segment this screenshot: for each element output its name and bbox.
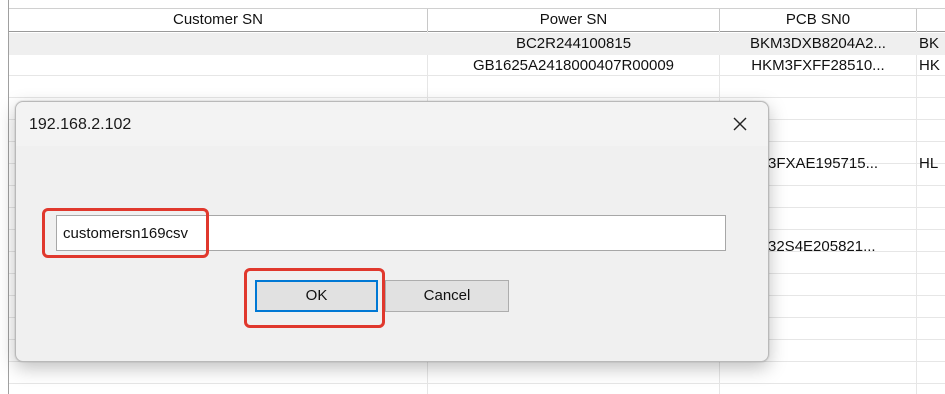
close-icon	[731, 115, 749, 133]
cell-extra	[919, 236, 945, 258]
cell-pcb-sn0: 3FXAE195715...	[768, 155, 879, 172]
cell-pcb-sn0: HKM3FXFF28510...	[751, 57, 885, 74]
column-header-pcb-sn0[interactable]: PCB SN0	[720, 9, 917, 31]
cell-customer-sn	[9, 33, 427, 55]
table-row[interactable]: GB1625A2418000407R00009 HKM3FXFF28510...…	[9, 55, 945, 77]
table-header: Customer SN Power SN PCB SN0	[9, 8, 945, 32]
column-divider	[916, 31, 917, 394]
dialog-title: 192.168.2.102	[29, 116, 132, 133]
cell-power-sn: GB1625A2418000407R00009	[472, 57, 674, 74]
dialog-titlebar[interactable]: 192.168.2.102	[16, 102, 768, 146]
input-dialog: 192.168.2.102 OK Cancel	[15, 101, 769, 362]
ok-button[interactable]: OK	[255, 280, 378, 312]
cell-customer-sn	[9, 55, 427, 77]
cell-pcb-sn0: BKM3DXB8204A2...	[750, 35, 886, 52]
column-header-power-sn[interactable]: Power SN	[428, 9, 720, 31]
table-row[interactable]: BC2R244100815 BKM3DXB8204A2... BK	[9, 33, 945, 55]
close-button[interactable]	[716, 106, 764, 142]
cell-extra: HK	[919, 57, 940, 74]
name-input[interactable]	[56, 215, 726, 251]
cancel-button[interactable]: Cancel	[385, 280, 509, 312]
column-header-customer-sn[interactable]: Customer SN	[9, 9, 428, 31]
cell-extra: HL	[919, 155, 939, 172]
cell-extra: BK	[919, 35, 940, 52]
cell-power-sn: BC2R244100815	[515, 35, 632, 52]
column-header-extra[interactable]	[917, 9, 945, 31]
cell-pcb-sn0: 32S4E205821...	[768, 238, 876, 255]
